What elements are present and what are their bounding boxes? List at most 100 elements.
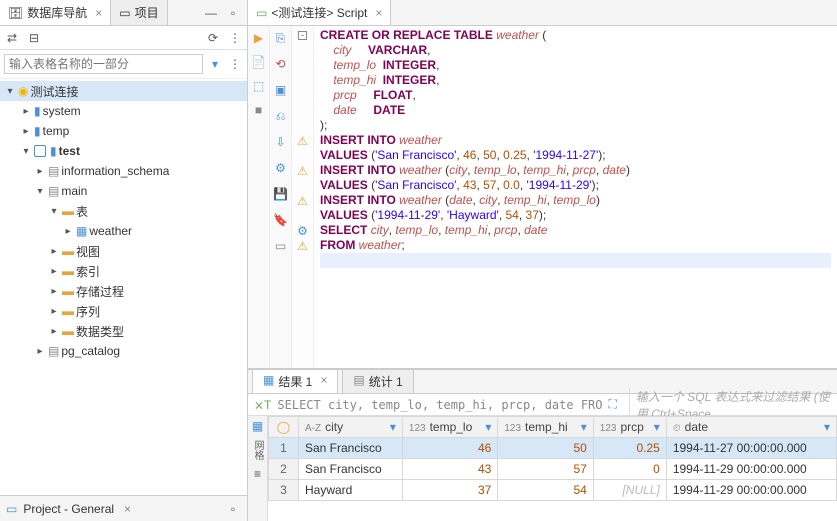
- column-header[interactable]: 123temp_lo▾: [402, 417, 497, 438]
- db-node-temp[interactable]: ▸▮temp: [0, 121, 247, 141]
- link-icon[interactable]: ⇄: [4, 30, 20, 46]
- column-header[interactable]: ⏲date▾: [666, 417, 836, 438]
- results-query-bar: ⨯T SELECT city, temp_lo, temp_hi, prcp, …: [248, 394, 837, 416]
- close-icon[interactable]: ×: [375, 6, 382, 20]
- commit-icon[interactable]: ⎘: [273, 30, 289, 46]
- db-node-test[interactable]: ▾▮test: [0, 141, 247, 161]
- close-icon[interactable]: ×: [320, 373, 327, 390]
- refresh-icon[interactable]: ⟳: [205, 30, 221, 46]
- node-label: test: [59, 144, 80, 158]
- tab-db-navigator[interactable]: 🗄 数据库导航 ×: [0, 0, 111, 25]
- toolbar-menu-icon[interactable]: ⋮: [227, 30, 243, 46]
- data-grid[interactable]: ◯A-Zcity▾123temp_lo▾123temp_hi▾123prcp▾⏲…: [268, 416, 837, 521]
- close-icon[interactable]: ×: [95, 6, 102, 20]
- column-header[interactable]: 123temp_hi▾: [498, 417, 593, 438]
- db-node-system[interactable]: ▸▮system: [0, 101, 247, 121]
- node-label: 存储过程: [76, 283, 124, 300]
- bookmark-icon[interactable]: 🔖: [273, 212, 289, 228]
- cell-temphi[interactable]: 50: [498, 438, 593, 459]
- table-node-weather[interactable]: ▸▦weather: [0, 221, 247, 241]
- cell-prcp[interactable]: 0: [593, 459, 666, 480]
- tab-project[interactable]: ▭ 项目: [111, 0, 167, 25]
- schema-node-main[interactable]: ▾▤main: [0, 181, 247, 201]
- cell-prcp[interactable]: 0.25: [593, 438, 666, 459]
- cell-date[interactable]: 1994-11-29 00:00:00.000: [666, 459, 836, 480]
- cell-city[interactable]: San Francisco: [299, 459, 403, 480]
- tab-stats[interactable]: ▤ 统计 1: [342, 369, 413, 393]
- table-row[interactable]: 2San Francisco435701994-11-29 00:00:00.0…: [269, 459, 837, 480]
- folder-sequences[interactable]: ▸▬序列: [0, 301, 247, 321]
- node-label: pg_catalog: [61, 344, 120, 358]
- connection-icon: ◉: [18, 84, 28, 98]
- folder-views[interactable]: ▸▬视图: [0, 241, 247, 261]
- node-label: 序列: [76, 303, 100, 320]
- cell-prcp[interactable]: [NULL]: [593, 480, 666, 501]
- schema-icon: ▤: [48, 344, 59, 358]
- cell-templo[interactable]: 37: [402, 480, 497, 501]
- tab-label: <测试连接> Script: [271, 4, 367, 21]
- query-icon: ⨯T: [254, 398, 271, 412]
- bottom-project-tab[interactable]: ▭ Project - General × ▫: [0, 495, 247, 521]
- sql-editor[interactable]: CREATE OR REPLACE TABLE weather ( city V…: [314, 26, 837, 368]
- settings-icon[interactable]: ⚙: [273, 160, 289, 176]
- execute-script-icon[interactable]: 📄: [251, 54, 267, 70]
- cell-templo[interactable]: 46: [402, 438, 497, 459]
- console-icon[interactable]: ▣: [273, 82, 289, 98]
- connection-node[interactable]: ▾◉ 测试连接: [0, 81, 247, 101]
- schema-node-pgcatalog[interactable]: ▸▤pg_catalog: [0, 341, 247, 361]
- execute-icon[interactable]: ▶: [251, 30, 267, 46]
- explain-icon[interactable]: ⬚: [251, 78, 267, 94]
- view-menu-icon[interactable]: ▫: [225, 5, 241, 21]
- table-row[interactable]: 1San Francisco46500.251994-11-27 00:00:0…: [269, 438, 837, 459]
- node-label: main: [61, 184, 87, 198]
- close-icon[interactable]: ×: [124, 502, 131, 516]
- sql-icon: ▭: [256, 6, 267, 20]
- node-label: 索引: [76, 263, 100, 280]
- collapse-icon[interactable]: ⊟: [26, 30, 42, 46]
- search-input[interactable]: [4, 54, 203, 74]
- folder-indexes[interactable]: ▸▬索引: [0, 261, 247, 281]
- tab-results[interactable]: ▦ 结果 1 ×: [252, 369, 338, 393]
- rollback-icon[interactable]: ⟲: [273, 56, 289, 72]
- expand-icon[interactable]: ⛶: [609, 397, 617, 412]
- cell-date[interactable]: 1994-11-29 00:00:00.000: [666, 480, 836, 501]
- node-label: system: [43, 104, 81, 118]
- folder-icon: ▬: [62, 264, 74, 278]
- folder-procedures[interactable]: ▸▬存储过程: [0, 281, 247, 301]
- cell-templo[interactable]: 43: [402, 459, 497, 480]
- save-icon[interactable]: 💾: [273, 186, 289, 202]
- cell-city[interactable]: Hayward: [299, 480, 403, 501]
- column-header[interactable]: 123prcp▾: [593, 417, 666, 438]
- project-icon: ▭: [119, 6, 130, 20]
- cell-city[interactable]: San Francisco: [299, 438, 403, 459]
- stop-icon[interactable]: ■: [251, 102, 267, 118]
- connection-label: 测试连接: [30, 83, 78, 100]
- db-tree: ▾◉ 测试连接 ▸▮system ▸▮temp ▾▮test ▸▤informa…: [0, 79, 247, 495]
- node-label: temp: [43, 124, 70, 138]
- schema-node-info[interactable]: ▸▤information_schema: [0, 161, 247, 181]
- cell-date[interactable]: 1994-11-27 00:00:00.000: [666, 438, 836, 459]
- export-icon[interactable]: ⇩: [273, 134, 289, 150]
- minimize-icon[interactable]: —: [203, 5, 219, 21]
- folder-datatypes[interactable]: ▸▬数据类型: [0, 321, 247, 341]
- view-options-icon[interactable]: ▫: [225, 501, 241, 517]
- filter-icon[interactable]: ▾: [207, 56, 223, 72]
- tab-script[interactable]: ▭ <测试连接> Script ×: [248, 0, 391, 25]
- cell-temphi[interactable]: 57: [498, 459, 593, 480]
- folder-icon: ▬: [62, 284, 74, 298]
- folder-tables[interactable]: ▾▬表: [0, 201, 247, 221]
- cell-temphi[interactable]: 54: [498, 480, 593, 501]
- stats-icon: ▤: [353, 373, 364, 390]
- panel-icon[interactable]: ▭: [273, 238, 289, 254]
- table-row[interactable]: 3Hayward3754[NULL]1994-11-29 00:00:00.00…: [269, 480, 837, 501]
- row-number[interactable]: 1: [269, 438, 299, 459]
- more-icon[interactable]: ⋮: [227, 56, 243, 72]
- column-header[interactable]: A-Zcity▾: [299, 417, 403, 438]
- row-number[interactable]: 3: [269, 480, 299, 501]
- grid-mode-icon[interactable]: ▦: [250, 418, 266, 434]
- transaction-icon[interactable]: ⎌: [273, 108, 289, 124]
- row-number[interactable]: 2: [269, 459, 299, 480]
- results-table: ◯A-Zcity▾123temp_lo▾123temp_hi▾123prcp▾⏲…: [268, 416, 837, 501]
- corner-cell[interactable]: ◯: [269, 417, 299, 438]
- text-mode-icon[interactable]: ≡: [250, 466, 266, 482]
